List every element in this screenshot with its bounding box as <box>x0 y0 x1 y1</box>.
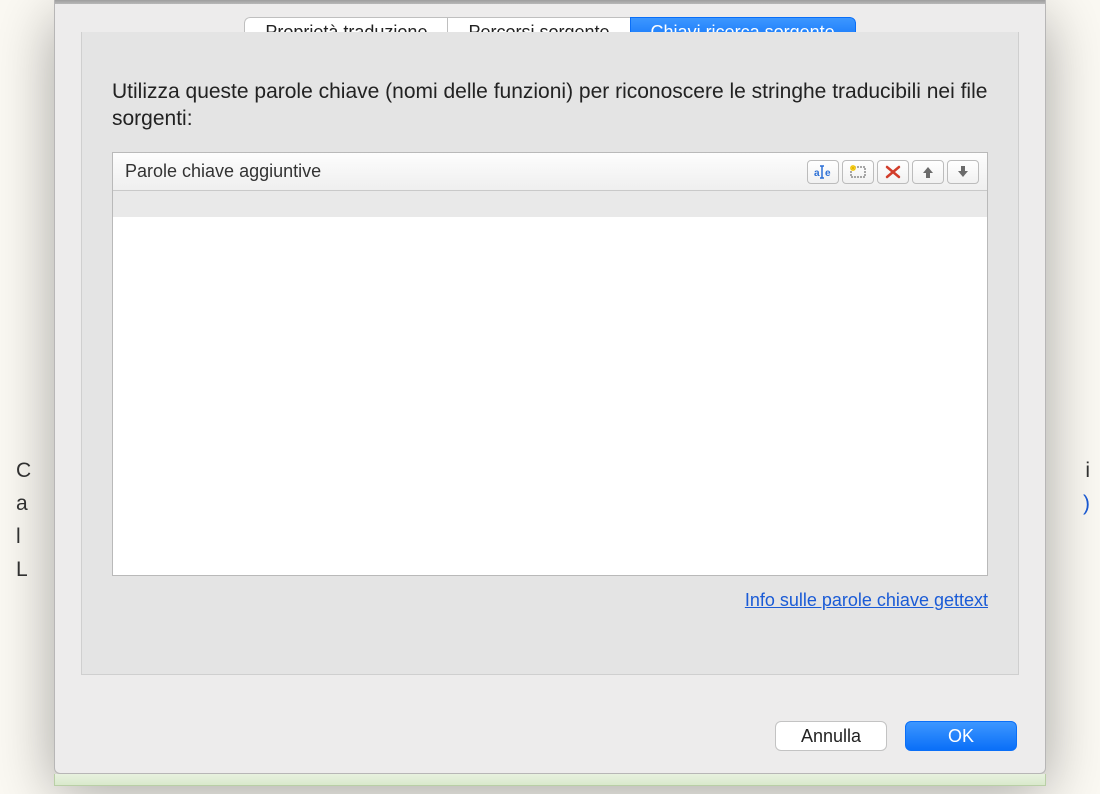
list-header-title: Parole chiave aggiuntive <box>125 161 321 182</box>
list-header: Parole chiave aggiuntive a e <box>113 153 987 191</box>
dialog-button-bar: Annulla OK <box>775 721 1017 751</box>
background-window-strip <box>54 774 1046 786</box>
move-up-icon[interactable] <box>912 160 944 184</box>
dialog-sheet: Proprietà traduzione Percorsi sorgente C… <box>54 0 1046 774</box>
sheet-top-border <box>55 0 1045 4</box>
new-item-icon[interactable] <box>842 160 874 184</box>
keywords-listbox: Parole chiave aggiuntive a e <box>112 152 988 576</box>
svg-text:a: a <box>814 168 820 179</box>
edit-text-icon[interactable]: a e <box>807 160 839 184</box>
list-row-empty[interactable] <box>113 191 987 217</box>
tab-panel: Utilizza queste parole chiave (nomi dell… <box>81 32 1019 675</box>
background-text-left: C a l L <box>16 454 36 586</box>
list-body[interactable] <box>113 191 987 575</box>
cancel-button[interactable]: Annulla <box>775 721 887 751</box>
move-down-icon[interactable] <box>947 160 979 184</box>
delete-icon[interactable] <box>877 160 909 184</box>
ok-button[interactable]: OK <box>905 721 1017 751</box>
help-link-gettext[interactable]: Info sulle parole chiave gettext <box>112 590 988 611</box>
background-text-right: i ) <box>1065 454 1090 520</box>
svg-text:e: e <box>825 168 831 179</box>
instruction-text: Utilizza queste parole chiave (nomi dell… <box>112 78 988 132</box>
list-toolbar: a e <box>807 160 979 184</box>
